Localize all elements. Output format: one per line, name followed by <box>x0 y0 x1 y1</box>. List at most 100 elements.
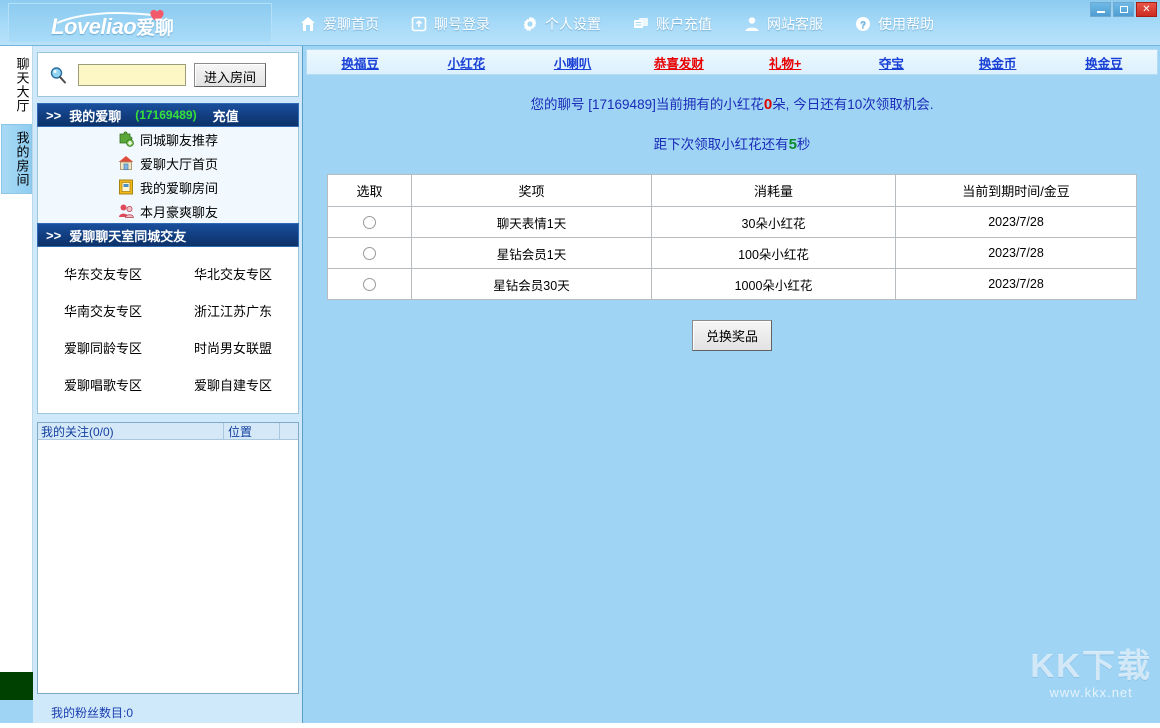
row-select-cell[interactable] <box>328 269 412 300</box>
region-cell[interactable]: 华东交友专区 <box>38 255 168 292</box>
watermark-title: KK下载 <box>1030 639 1152 687</box>
nav-item-support[interactable]: 网站客服 <box>744 16 823 32</box>
chatrooms-section-header[interactable]: >> 爱聊聊天室同城交友 <box>37 223 299 247</box>
follow-column-extra <box>280 423 298 439</box>
region-cell[interactable]: 爱聊同龄专区 <box>38 329 168 366</box>
row-expiry: 2023/7/28 <box>896 269 1137 300</box>
header-cost: 消耗量 <box>652 175 896 207</box>
magnifier-icon <box>38 66 78 84</box>
table-row: 聊天表情1天 30朵小红花 2023/7/28 <box>328 207 1137 238</box>
row-expiry: 2023/7/28 <box>896 207 1137 238</box>
user-id: (17169489) <box>135 108 196 122</box>
table-row: 星钻会员1天 100朵小红花 2023/7/28 <box>328 238 1137 269</box>
region-cell[interactable]: 时尚男女联盟 <box>168 329 298 366</box>
radio-icon[interactable] <box>363 278 376 291</box>
menu-item-top-spenders[interactable]: 本月豪爽聊友 <box>38 199 298 223</box>
vertical-tab-strip: 聊天大厅 我的房间 <box>0 46 33 700</box>
main-nav-link-jinbi[interactable]: 换金币 <box>945 53 1051 72</box>
menu-label-nearby-recommend: 同城聊友推荐 <box>140 130 218 149</box>
region-cell[interactable]: 爱聊自建专区 <box>168 366 298 403</box>
nav-item-login[interactable]: 聊号登录 <box>411 16 490 32</box>
enter-room-button[interactable]: 进入房间 <box>194 63 266 87</box>
main-nav-link-xiaolaba[interactable]: 小喇叭 <box>520 53 626 72</box>
maximize-button[interactable] <box>1113 2 1134 17</box>
nav-label-recharge: 账户充值 <box>656 16 712 32</box>
sidebar-menu: 同城聊友推荐 爱聊大厅首页 我的爱聊房间 本月豪爽聊友 <box>37 127 299 223</box>
menu-item-hall-home[interactable]: 爱聊大厅首页 <box>38 151 298 175</box>
svg-text:?: ? <box>860 20 866 31</box>
row-cost: 100朵小红花 <box>652 238 896 269</box>
countdown-notice: 距下次领取小红花还有5秒 <box>304 133 1160 153</box>
countdown-suffix: 秒 <box>797 137 811 152</box>
main-navigation-bar: 换福豆 小红花 小喇叭 恭喜发财 礼物+ 夺宝 换金币 换金豆 <box>306 49 1158 75</box>
recharge-link[interactable]: 充值 <box>213 106 239 125</box>
app-logo: Loveliao爱聊 <box>51 13 173 40</box>
nav-item-recharge[interactable]: 账户充值 <box>633 16 712 32</box>
tab-chat-hall-label: 聊天大厅 <box>15 57 30 113</box>
main-content: 换福豆 小红花 小喇叭 恭喜发财 礼物+ 夺宝 换金币 换金豆 您的聊号 [17… <box>304 46 1160 728</box>
prize-table: 选取 奖项 消耗量 当前到期时间/金豆 聊天表情1天 30朵小红花 2023/7… <box>327 174 1137 300</box>
nav-item-home[interactable]: 爱聊首页 <box>300 16 379 32</box>
chatrooms-title: 爱聊聊天室同城交友 <box>69 226 186 245</box>
book-icon <box>118 179 134 195</box>
minimize-button[interactable] <box>1090 2 1111 17</box>
search-input[interactable] <box>78 64 186 86</box>
login-icon <box>411 16 427 32</box>
main-nav-link-fudou[interactable]: 换福豆 <box>307 53 413 72</box>
radio-icon[interactable] <box>363 216 376 229</box>
menu-item-my-room[interactable]: 我的爱聊房间 <box>38 175 298 199</box>
menu-item-nearby-recommend[interactable]: 同城聊友推荐 <box>38 127 298 151</box>
region-cell[interactable]: 爱聊唱歌专区 <box>38 366 168 403</box>
region-cell[interactable]: 华北交友专区 <box>168 255 298 292</box>
green-status-block <box>0 672 33 700</box>
radio-icon[interactable] <box>363 247 376 260</box>
main-nav-link-xiaohonghua[interactable]: 小红花 <box>413 53 519 72</box>
nav-label-support: 网站客服 <box>767 16 823 32</box>
follow-list-header: 我的关注(0/0) 位置 <box>38 423 298 440</box>
my-account-section-header[interactable]: >> 我的爱聊 (17169489) 充值 <box>37 103 299 127</box>
close-button[interactable]: ✕ <box>1136 2 1157 17</box>
maximize-icon <box>1120 6 1128 13</box>
main-nav-link-gift[interactable]: 礼物+ <box>732 53 838 72</box>
row-select-cell[interactable] <box>328 238 412 269</box>
row-prize: 聊天表情1天 <box>412 207 652 238</box>
row-cost: 30朵小红花 <box>652 207 896 238</box>
logo-frame: Loveliao爱聊 <box>8 3 272 43</box>
nav-item-help[interactable]: ? 使用帮助 <box>855 16 934 32</box>
top-navigation: 爱聊首页 聊号登录 个人设置 账户充值 <box>300 12 966 36</box>
users-icon <box>118 203 134 219</box>
person-icon <box>744 16 760 32</box>
exchange-prize-button[interactable]: 兑换奖品 <box>692 320 772 351</box>
house-icon <box>118 155 134 171</box>
coins-icon <box>633 16 649 32</box>
question-icon: ? <box>855 16 871 32</box>
header-prize: 奖项 <box>412 175 652 207</box>
main-nav-link-duobao[interactable]: 夺宝 <box>838 53 944 72</box>
countdown-prefix: 距下次领取小红花还有 <box>654 137 789 152</box>
region-cell[interactable]: 浙江江苏广东 <box>168 292 298 329</box>
notice-suffix: 朵, 今日还有10次领取机会. <box>772 97 933 112</box>
header-select: 选取 <box>328 175 412 207</box>
tab-chat-hall[interactable]: 聊天大厅 <box>1 50 32 120</box>
follow-list-body[interactable] <box>38 440 298 693</box>
watermark: KK下载 www.kkx.net <box>1030 639 1152 700</box>
row-prize: 星钻会员30天 <box>412 269 652 300</box>
my-account-title: 我的爱聊 <box>69 106 121 125</box>
follow-list-panel: 我的关注(0/0) 位置 <box>37 422 299 694</box>
main-nav-link-gongxifacai[interactable]: 恭喜发财 <box>626 53 732 72</box>
region-cell[interactable]: 华南交友专区 <box>38 292 168 329</box>
puzzle-add-icon <box>118 131 134 147</box>
exchange-button-wrapper: 兑换奖品 <box>304 320 1160 351</box>
table-row: 星钻会员30天 1000朵小红花 2023/7/28 <box>328 269 1137 300</box>
left-sidebar: 进入房间 >> 我的爱聊 (17169489) 充值 同城聊友推荐 爱聊大厅首页 <box>33 46 303 728</box>
tab-my-room[interactable]: 我的房间 <box>1 124 32 194</box>
fans-count-bar: 我的粉丝数目:0 <box>37 700 299 724</box>
nav-item-settings[interactable]: 个人设置 <box>522 16 601 32</box>
tab-my-room-label: 我的房间 <box>15 131 30 187</box>
title-bar: Loveliao爱聊 爱聊首页 聊号登录 个人设置 <box>0 0 1160 46</box>
window-controls: ✕ <box>1090 2 1157 17</box>
main-nav-link-jindou[interactable]: 换金豆 <box>1051 53 1157 72</box>
nav-label-login: 聊号登录 <box>434 16 490 32</box>
row-select-cell[interactable] <box>328 207 412 238</box>
watermark-url: www.kkx.net <box>1030 685 1152 700</box>
